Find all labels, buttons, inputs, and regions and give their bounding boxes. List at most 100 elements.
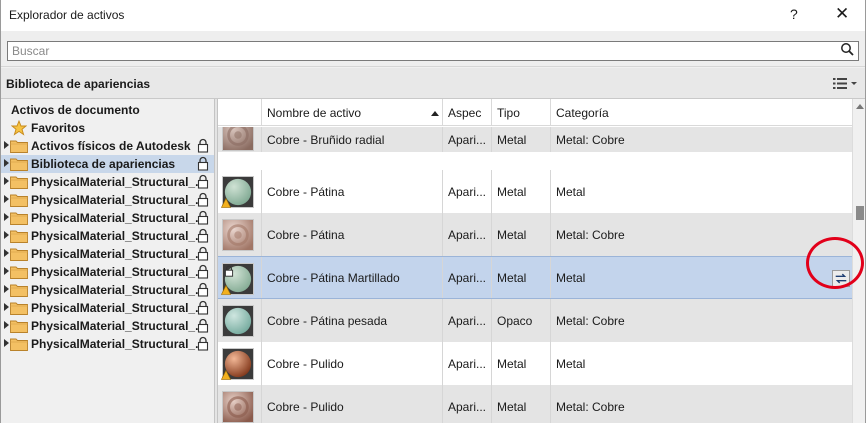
star-icon [11, 120, 27, 136]
expand-arrow-icon[interactable] [4, 159, 9, 167]
lock-icon [197, 300, 209, 315]
thumbnail-cell [218, 385, 261, 423]
expand-arrow-icon[interactable] [4, 321, 9, 329]
asset-row[interactable]: Cobre - Pátina Martillado Apari... Metal Me… [218, 256, 852, 299]
tree-item-folder[interactable]: PhysicalMaterial_Structural_... [0, 227, 214, 245]
close-button[interactable]: ✕ [835, 4, 849, 24]
asset-category-cell: Metal [550, 170, 852, 213]
folder-icon [10, 248, 28, 261]
asset-category-cell: Metal: Cobre [550, 385, 852, 423]
asset-name-cell: Cobre - Bruñido radial [261, 127, 442, 152]
column-header-aspect-label: Aspec [448, 106, 482, 120]
lock-icon [197, 318, 209, 333]
asset-type-cell: Metal [491, 127, 551, 152]
asset-aspect: Apari... [448, 399, 487, 414]
thumbnail-cell [218, 299, 261, 342]
tree-item-label: PhysicalMaterial_Structural_... [31, 211, 206, 225]
asset-type-cell: Metal [491, 257, 551, 298]
tree-item-folder[interactable]: PhysicalMaterial_Structural_... [0, 263, 214, 281]
library-tree: Activos de documento Favoritos Activos f… [0, 99, 214, 423]
asset-category-cell: Metal: Cobre [550, 213, 852, 256]
asset-category: Metal: Cobre [556, 313, 625, 328]
tree-item-folder[interactable]: PhysicalMaterial_Structural_... [0, 299, 214, 317]
tree-item-folder[interactable]: PhysicalMaterial_Structural_... [0, 209, 214, 227]
swap-arrows-icon [835, 273, 847, 284]
expand-arrow-icon[interactable] [4, 231, 9, 239]
lock-icon [197, 246, 209, 261]
replace-asset-button[interactable] [832, 270, 850, 287]
asset-category-cell: Metal: Cobre [550, 127, 852, 152]
thumbnail-cell [218, 127, 261, 152]
tree-item-folder[interactable]: PhysicalMaterial_Structural_... [0, 245, 214, 263]
asset-row[interactable]: Cobre - Pátina Apari... Metal Metal: Cobre [218, 213, 852, 256]
tree-item-label: PhysicalMaterial_Structural_... [31, 229, 206, 243]
asset-name: Cobre - Pátina pesada [267, 313, 388, 328]
expand-arrow-icon[interactable] [4, 339, 9, 347]
column-header-type[interactable]: Tipo [491, 99, 551, 126]
lock-icon [197, 138, 209, 153]
tree-item-folder[interactable]: PhysicalMaterial_Structural_... [0, 191, 214, 209]
asset-row[interactable]: Cobre - Pulido Apari... Metal Metal [218, 342, 852, 385]
tree-item-folder[interactable]: PhysicalMaterial_Structural_... [0, 335, 214, 353]
view-options-icon[interactable] [830, 75, 860, 92]
lock-icon [224, 265, 234, 277]
expand-arrow-icon[interactable] [4, 267, 9, 275]
asset-row[interactable]: Cobre - Bruñido radial Apari... Metal Metal… [218, 127, 852, 152]
tree-item-folder[interactable]: PhysicalMaterial_Structural_... [0, 281, 214, 299]
column-header-thumbnail[interactable] [218, 99, 262, 126]
asset-type-cell: Metal [491, 342, 551, 385]
list-header: Nombre de activo Aspec Tipo Categoría [218, 99, 852, 126]
scroll-thumb[interactable] [856, 206, 864, 220]
vertical-scrollbar[interactable] [852, 99, 866, 423]
column-header-name-label: Nombre de activo [267, 106, 362, 120]
tree-item-favorites[interactable]: Favoritos [0, 119, 214, 137]
lock-icon [197, 264, 209, 279]
expand-arrow-icon[interactable] [4, 141, 9, 149]
expand-arrow-icon[interactable] [4, 303, 9, 311]
column-header-name[interactable]: Nombre de activo [261, 99, 442, 126]
asset-name-cell: Cobre - Pulido [261, 342, 442, 385]
expand-arrow-icon[interactable] [4, 285, 9, 293]
asset-aspect-cell: Apari... [442, 385, 491, 423]
asset-name: Cobre - Pulido [267, 399, 344, 414]
warning-badge-icon [221, 285, 231, 295]
folder-icon [10, 212, 28, 225]
column-header-category[interactable]: Categoría [550, 99, 852, 126]
asset-row[interactable]: Cobre - Pátina pesada Apari... Opaco Metal:… [218, 299, 852, 342]
asset-name: Cobre - Bruñido radial [267, 132, 385, 147]
column-header-aspect[interactable]: Aspec [442, 99, 491, 126]
expand-arrow-icon[interactable] [4, 195, 9, 203]
asset-row[interactable]: Cobre - Pátina Apari... Metal Metal [218, 170, 852, 213]
tree-item-label: PhysicalMaterial_Structural_... [31, 193, 206, 207]
asset-type-cell: Opaco [491, 299, 551, 342]
tree-item-label: PhysicalMaterial_Structural_... [31, 301, 206, 315]
tree-item-folder[interactable]: PhysicalMaterial_Structural_... [0, 317, 214, 335]
column-header-category-label: Categoría [556, 106, 609, 120]
asset-name-cell: Cobre - Pulido [261, 385, 442, 423]
search-input[interactable] [7, 41, 859, 61]
search-bar [0, 31, 866, 67]
help-button[interactable]: ? [790, 6, 798, 22]
asset-list: Nombre de activo Aspec Tipo Categoría Co… [218, 99, 852, 423]
thumbnail-cell [218, 213, 261, 256]
asset-row[interactable]: Cobre - Pulido Apari... Metal Metal: Cobre [218, 385, 852, 423]
scroll-up-icon[interactable] [856, 104, 864, 109]
asset-aspect: Apari... [448, 132, 487, 147]
search-icon[interactable] [840, 42, 854, 56]
asset-category: Metal: Cobre [556, 399, 625, 414]
asset-type-cell: Metal [491, 385, 551, 423]
expand-arrow-icon[interactable] [4, 213, 9, 221]
tree-item-folder[interactable]: PhysicalMaterial_Structural_... [0, 173, 214, 191]
expand-arrow-icon[interactable] [4, 249, 9, 257]
tree-item-folder[interactable]: Activos físicos de Autodesk [0, 137, 214, 155]
asset-category-cell: Metal [550, 342, 852, 385]
asset-name: Cobre - Pátina [267, 184, 345, 199]
asset-aspect: Apari... [448, 227, 487, 242]
tree-header-document-assets[interactable]: Activos de documento [0, 101, 214, 119]
asset-category: Metal [556, 184, 586, 199]
tree-item-folder[interactable]: Biblioteca de apariencias [0, 155, 214, 173]
asset-type: Metal [497, 399, 527, 414]
expand-arrow-icon[interactable] [4, 177, 9, 185]
lock-icon [197, 192, 209, 207]
folder-icon [10, 158, 28, 171]
